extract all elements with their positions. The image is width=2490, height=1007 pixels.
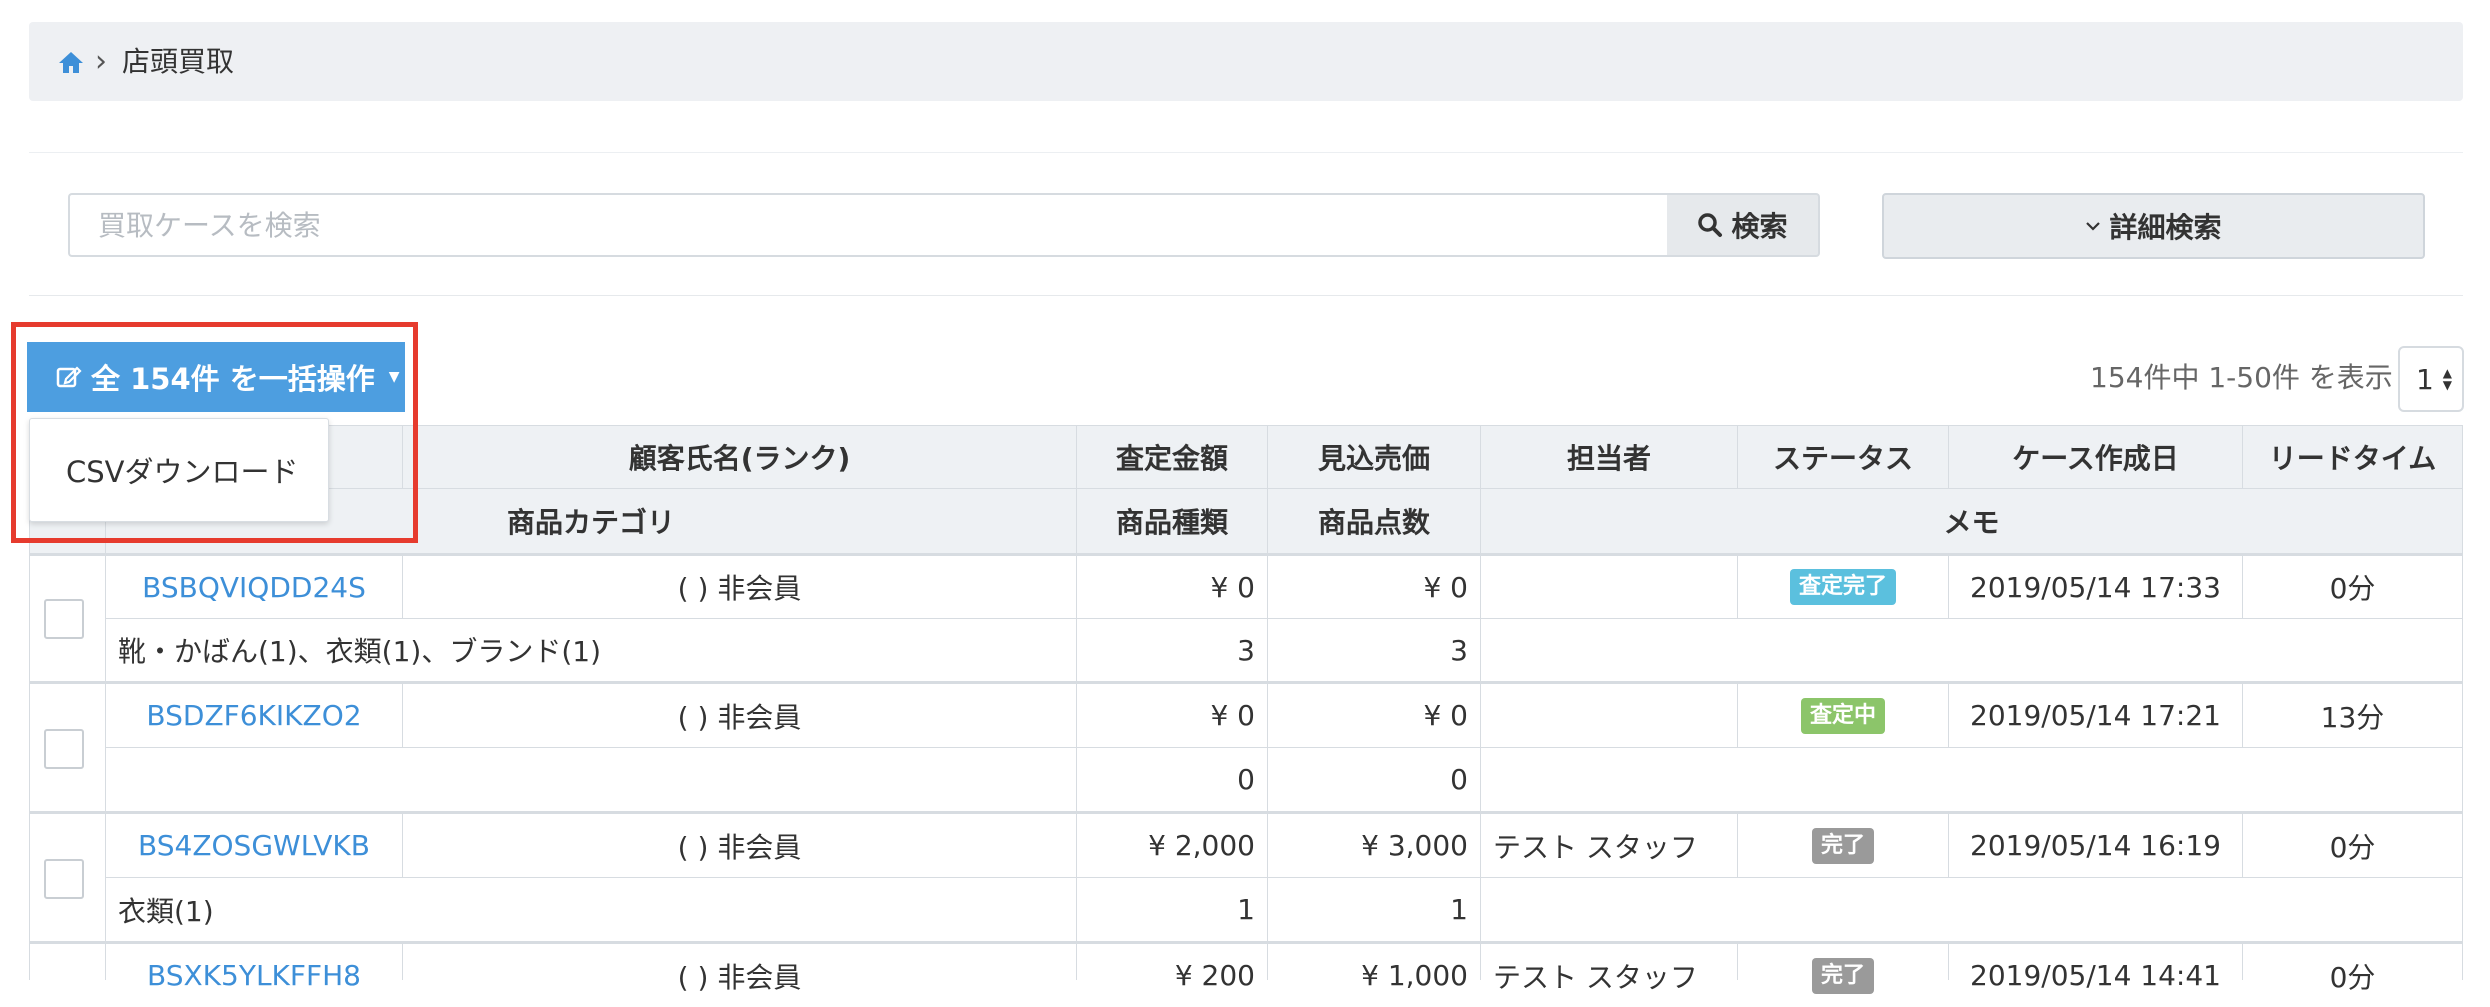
created-date-cell: 2019/05/14 17:21 xyxy=(1949,684,2242,747)
header-created-date: ケース作成日 xyxy=(1949,426,2242,488)
customer-cell: ( ) 非会員 xyxy=(403,684,1076,747)
staff-cell xyxy=(1481,556,1737,618)
header-memo: メモ xyxy=(1481,489,2462,553)
bulk-operation-button[interactable]: 全 154件 を一括操作 ▼ xyxy=(27,342,405,412)
status-cell: 完了 xyxy=(1738,814,1948,877)
lead-time-cell: 0分 xyxy=(2243,944,2462,1007)
status-badge: 完了 xyxy=(1811,957,1874,994)
page-select-value: 1 xyxy=(2416,362,2434,396)
row-checkbox[interactable] xyxy=(44,859,84,899)
spinner-arrows-icon: ▲ ▼ xyxy=(2442,366,2452,392)
header-staff: 担当者 xyxy=(1481,426,1737,488)
lead-time-cell: 13分 xyxy=(2243,684,2462,747)
breadcrumb-current: 店頭買取 xyxy=(122,45,235,78)
checkbox-cell xyxy=(30,944,105,980)
search-button-label: 検索 xyxy=(1731,210,1788,243)
case-id-link[interactable]: BSDZF6KIKZO2 xyxy=(106,684,402,747)
chevron-down-icon xyxy=(2086,222,2101,231)
category-cell: 靴・かばん(1)、衣類(1)、ブランド(1) xyxy=(106,619,1076,681)
customer-cell: ( ) 非会員 xyxy=(403,944,1076,1007)
created-date-cell: 2019/05/14 16:19 xyxy=(1949,814,2242,877)
expected-price-cell: ¥ 0 xyxy=(1268,684,1480,747)
header-status: ステータス xyxy=(1738,426,1948,488)
pagination-info: 154件中 1-50件 を表示 xyxy=(2090,361,2393,394)
breadcrumb: › 店頭買取 xyxy=(29,22,2463,101)
lead-time-cell: 0分 xyxy=(2243,556,2462,618)
advanced-search-button[interactable]: 詳細検索 xyxy=(1882,193,2425,259)
bulk-dropdown-menu: CSVダウンロード xyxy=(29,418,329,522)
appraisal-cell: ¥ 2,000 xyxy=(1077,814,1267,877)
count-cell: 1 xyxy=(1268,878,1480,941)
header-count: 商品点数 xyxy=(1268,489,1480,553)
search-panel: 検索 詳細検索 xyxy=(29,152,2463,296)
appraisal-cell: ¥ 0 xyxy=(1077,556,1267,618)
status-badge: 査定中 xyxy=(1800,697,1885,734)
case-id-link[interactable]: BS4ZOSGWLVKB xyxy=(106,814,402,877)
status-badge: 完了 xyxy=(1811,827,1874,864)
search-button[interactable]: 検索 xyxy=(1667,193,1820,257)
expected-price-cell: ¥ 0 xyxy=(1268,556,1480,618)
expected-price-cell: ¥ 3,000 xyxy=(1268,814,1480,877)
appraisal-cell: ¥ 0 xyxy=(1077,684,1267,747)
status-cell: 査定中 xyxy=(1738,684,1948,747)
count-cell: 0 xyxy=(1268,748,1480,811)
kinds-cell: 0 xyxy=(1077,748,1267,811)
staff-cell xyxy=(1481,684,1737,747)
status-cell: 完了 xyxy=(1738,944,1948,1007)
header-expected-price: 見込売価 xyxy=(1268,426,1480,488)
category-cell xyxy=(106,748,1076,811)
header-lead-time: リードタイム xyxy=(2243,426,2462,488)
staff-cell: テスト スタッフ xyxy=(1481,944,1737,1007)
edit-icon xyxy=(56,366,82,388)
row-checkbox[interactable] xyxy=(44,729,84,769)
status-badge: 査定完了 xyxy=(1789,569,1896,605)
memo-cell xyxy=(1481,878,2462,941)
case-id-link[interactable]: BSBQVIQDD24S xyxy=(106,556,402,618)
header-customer: 顧客氏名(ランク) xyxy=(403,426,1076,488)
appraisal-cell: ¥ 200 xyxy=(1077,944,1267,1007)
page-select[interactable]: 1 ▲ ▼ xyxy=(2398,346,2464,412)
home-icon[interactable] xyxy=(57,50,85,74)
staff-cell: テスト スタッフ xyxy=(1481,814,1737,877)
created-date-cell: 2019/05/14 17:33 xyxy=(1949,556,2242,618)
kinds-cell: 3 xyxy=(1077,619,1267,681)
search-input[interactable] xyxy=(68,193,1667,257)
breadcrumb-separator: › xyxy=(95,44,107,79)
category-cell: 衣類(1) xyxy=(106,878,1076,941)
case-id-link[interactable]: BSXK5YLKFFH8 xyxy=(106,944,402,1007)
count-cell: 3 xyxy=(1268,619,1480,681)
row-checkbox[interactable] xyxy=(44,599,84,639)
memo-cell xyxy=(1481,619,2462,681)
advanced-search-label: 詳細検索 xyxy=(2109,211,2222,244)
status-cell: 査定完了 xyxy=(1738,556,1948,618)
search-icon xyxy=(1698,213,1723,237)
customer-cell: ( ) 非会員 xyxy=(403,556,1076,618)
caret-down-icon: ▼ xyxy=(388,369,400,385)
expected-price-cell: ¥ 1,000 xyxy=(1268,944,1480,1007)
bulk-operation-label: 全 154件 を一括操作 xyxy=(91,362,375,396)
memo-cell xyxy=(1481,748,2462,811)
created-date-cell: 2019/05/14 14:41 xyxy=(1949,944,2242,1007)
kinds-cell: 1 xyxy=(1077,878,1267,941)
lead-time-cell: 0分 xyxy=(2243,814,2462,877)
header-appraisal: 査定金額 xyxy=(1077,426,1267,488)
customer-cell: ( ) 非会員 xyxy=(403,814,1076,877)
header-kinds: 商品種類 xyxy=(1077,489,1267,553)
menu-item-csv-download[interactable]: CSVダウンロード xyxy=(66,449,299,491)
